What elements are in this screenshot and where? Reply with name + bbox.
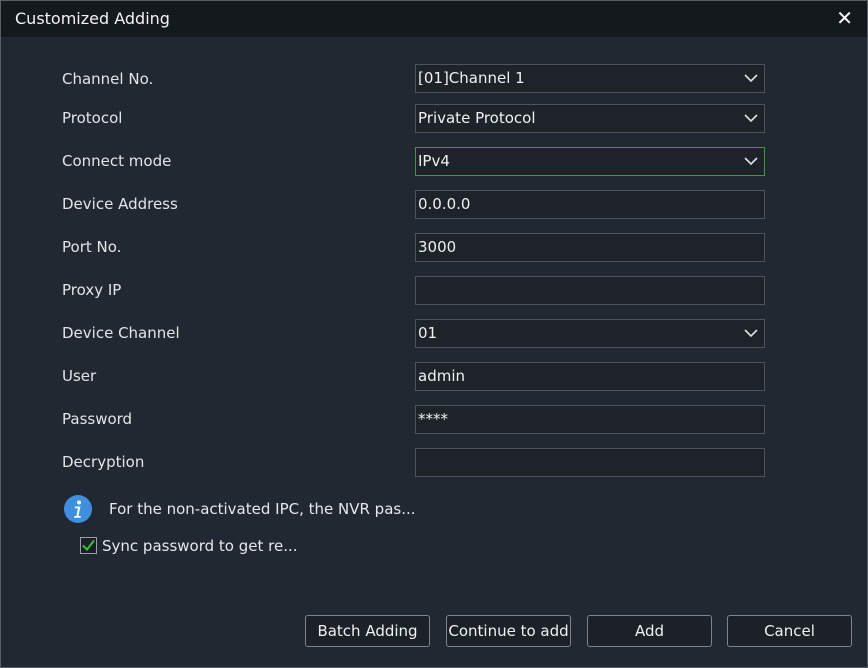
device-address-input[interactable]: 0.0.0.0 bbox=[415, 190, 765, 219]
user-input[interactable]: admin bbox=[415, 362, 765, 391]
batch-adding-button[interactable]: Batch Adding bbox=[305, 615, 430, 647]
decryption-label: Decryption bbox=[62, 453, 145, 471]
decryption-input[interactable] bbox=[415, 448, 765, 477]
info-note: For the non-activated IPC, the NVR pas..… bbox=[109, 500, 416, 518]
sync-password-checkbox[interactable] bbox=[80, 537, 97, 554]
port-no-input[interactable]: 3000 bbox=[415, 233, 765, 262]
channel-no-select[interactable]: [01]Channel 1 bbox=[415, 64, 765, 93]
continue-to-add-button[interactable]: Continue to add bbox=[446, 615, 571, 647]
device-channel-select[interactable]: 01 bbox=[415, 319, 765, 348]
password-input[interactable]: **** bbox=[415, 405, 765, 434]
add-button[interactable]: Add bbox=[587, 615, 712, 647]
connect-mode-select[interactable]: IPv4 bbox=[415, 147, 765, 176]
sync-password-label: Sync password to get re... bbox=[102, 537, 298, 555]
protocol-value: Private Protocol bbox=[418, 109, 536, 127]
channel-no-label: Channel No. bbox=[62, 70, 154, 88]
port-no-label: Port No. bbox=[62, 238, 122, 256]
connect-mode-label: Connect mode bbox=[62, 152, 172, 170]
chevron-down-icon bbox=[744, 329, 758, 338]
dialog-title: Customized Adding bbox=[15, 9, 170, 28]
chevron-down-icon bbox=[744, 157, 758, 166]
protocol-select[interactable]: Private Protocol bbox=[415, 104, 765, 133]
close-icon[interactable]: ✕ bbox=[836, 6, 853, 30]
user-label: User bbox=[62, 367, 97, 385]
password-label: Password bbox=[62, 410, 133, 428]
device-address-label: Device Address bbox=[62, 195, 178, 213]
connect-mode-value: IPv4 bbox=[418, 152, 450, 170]
proxy-ip-input[interactable] bbox=[415, 276, 765, 305]
device-channel-label: Device Channel bbox=[62, 324, 180, 342]
chevron-down-icon bbox=[744, 114, 758, 123]
check-icon bbox=[82, 539, 95, 552]
channel-no-value: [01]Channel 1 bbox=[418, 69, 525, 87]
cancel-button[interactable]: Cancel bbox=[727, 615, 852, 647]
chevron-down-icon bbox=[744, 74, 758, 83]
title-bar: Customized Adding ✕ bbox=[1, 1, 867, 37]
customized-adding-dialog: Customized Adding ✕ Channel No. [01]Chan… bbox=[0, 0, 868, 668]
proxy-ip-label: Proxy IP bbox=[62, 281, 122, 299]
protocol-label: Protocol bbox=[62, 109, 123, 127]
device-channel-value: 01 bbox=[418, 324, 438, 342]
info-icon bbox=[64, 495, 92, 523]
